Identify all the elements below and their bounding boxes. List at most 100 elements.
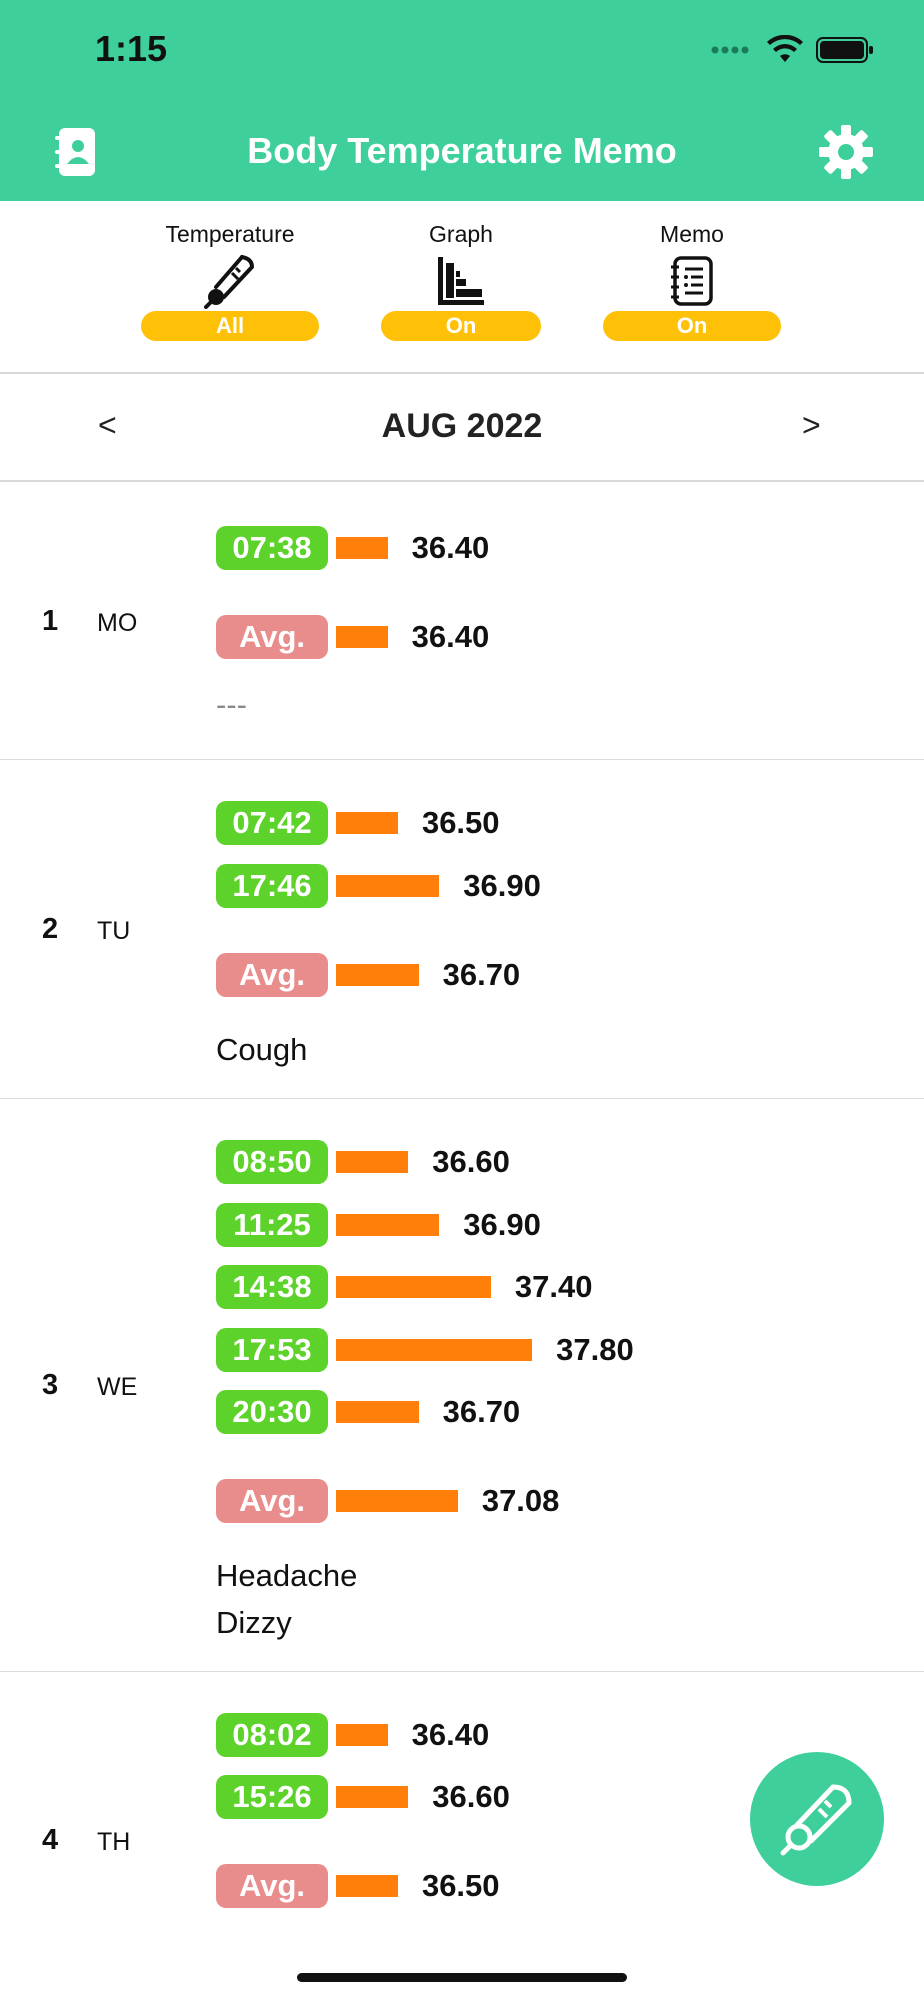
time-badge: 08:02 (216, 1713, 328, 1757)
reading-row: 07:38 36.40 (216, 526, 489, 570)
average-value: 36.50 (421, 1868, 500, 1903)
temperature-value: 36.40 (411, 1717, 490, 1752)
day-number: 1 (42, 605, 59, 637)
time-badge: 11:25 (216, 1203, 328, 1247)
time-badge: 17:46 (216, 864, 328, 908)
status-icons (710, 30, 874, 70)
day-number: 4 (42, 1824, 59, 1856)
next-month-button[interactable]: > (802, 407, 821, 444)
bar-graph-icon (438, 257, 484, 305)
average-bar (336, 1490, 458, 1512)
filter-label: Temperature (165, 221, 295, 247)
average-bar (336, 1875, 398, 1897)
status-time: 1:15 (95, 28, 168, 69)
temperature-value: 37.80 (556, 1332, 634, 1367)
temperature-value: 36.70 (442, 1394, 521, 1429)
day-entry[interactable]: 1 MO 07:38 36.40 Avg. 36.40 --- (0, 481, 924, 760)
memo-text: --- (216, 687, 247, 722)
temperature-bar (336, 1151, 409, 1173)
time-badge: 14:38 (216, 1265, 328, 1309)
average-badge: Avg. (216, 615, 328, 659)
memo-text: Cough (216, 1032, 308, 1067)
reading-row: 11:25 36.90 (216, 1203, 541, 1247)
day-entry[interactable]: 3 WE 08:50 36.60 11:25 36.90 14:38 37.40… (0, 1099, 924, 1672)
day-number: 2 (42, 913, 59, 945)
average-value: 37.08 (481, 1483, 560, 1518)
temperature-bar (336, 1339, 533, 1361)
filter-bar: Temperature All Graph On Memo On (0, 201, 924, 374)
reading-row: 15:26 36.60 (216, 1775, 510, 1819)
filter-label: Graph (429, 221, 493, 247)
temperature-bar (336, 1276, 491, 1298)
temperature-bar (336, 812, 398, 834)
temperature-value: 36.90 (463, 868, 541, 903)
reading-row: 17:46 36.90 (216, 864, 541, 908)
signal-icon (711, 46, 749, 54)
temperature-bar (336, 1786, 409, 1808)
time-badge: 17:53 (216, 1328, 328, 1372)
reading-row: 07:42 36.50 (216, 801, 500, 845)
memo-line: Headache (216, 1558, 358, 1593)
time-badge: 15:26 (216, 1775, 328, 1819)
graph-filter-toggle[interactable]: On (381, 311, 541, 341)
filter-temperature: Temperature All (140, 221, 320, 341)
gear-icon (819, 125, 873, 179)
add-temperature-button[interactable] (750, 1752, 884, 1886)
temperature-value: 36.50 (421, 805, 500, 840)
month-title: AUG 2022 (381, 407, 543, 445)
battery-icon (816, 37, 873, 63)
temperature-filter-toggle[interactable]: All (141, 311, 319, 341)
average-bar (336, 964, 419, 986)
average-badge: Avg. (216, 953, 328, 997)
thermometer-icon (204, 255, 255, 309)
day-weekday: MO (97, 609, 138, 637)
average-badge: Avg. (216, 1479, 328, 1523)
average-row: Avg. 36.40 (216, 615, 489, 659)
home-indicator (297, 1973, 627, 1982)
average-value: 36.40 (411, 619, 490, 654)
settings-button[interactable] (814, 120, 878, 184)
reading-row: 20:30 36.70 (216, 1390, 520, 1434)
memo-text: Headache Dizzy (216, 1552, 357, 1646)
temperature-bar (336, 1214, 440, 1236)
reading-row: 17:53 37.80 (216, 1328, 634, 1372)
temperature-value: 36.40 (411, 530, 490, 565)
average-value: 36.70 (442, 957, 521, 992)
filter-label: Memo (660, 221, 724, 247)
day-number: 3 (42, 1369, 59, 1401)
temperature-value: 36.60 (432, 1144, 510, 1179)
temperature-value: 37.40 (514, 1269, 593, 1304)
temperature-bar (336, 1724, 388, 1746)
filter-memo: Memo On (602, 221, 782, 341)
time-badge: 20:30 (216, 1390, 328, 1434)
day-weekday: TU (97, 917, 131, 945)
time-badge: 07:42 (216, 801, 328, 845)
reading-row: 14:38 37.40 (216, 1265, 592, 1309)
average-bar (336, 626, 388, 648)
day-entry[interactable]: 2 TU 07:42 36.50 17:46 36.90 Avg. 36.70 … (0, 760, 924, 1099)
time-badge: 07:38 (216, 526, 328, 570)
day-weekday: WE (97, 1373, 138, 1401)
temperature-value: 36.60 (432, 1779, 510, 1814)
reading-row: 08:50 36.60 (216, 1140, 510, 1184)
day-weekday: TH (97, 1828, 131, 1856)
temperature-bar (336, 875, 440, 897)
memo-line: Dizzy (216, 1605, 292, 1640)
temperature-bar (336, 537, 388, 559)
filter-graph: Graph On (371, 221, 551, 341)
thermometer-pen-icon (780, 1784, 852, 1856)
average-badge: Avg. (216, 1864, 328, 1908)
average-row: Avg. 36.50 (216, 1864, 500, 1908)
reading-row: 08:02 36.40 (216, 1713, 489, 1757)
page-title: Body Temperature Memo (247, 130, 677, 171)
average-row: Avg. 37.08 (216, 1479, 559, 1523)
memo-filter-toggle[interactable]: On (603, 311, 781, 341)
time-badge: 08:50 (216, 1140, 328, 1184)
month-navigation: < AUG 2022 > (0, 373, 924, 482)
app-header: 1:15 Body Temperature Memo (0, 0, 924, 201)
wifi-icon (767, 35, 803, 62)
average-row: Avg. 36.70 (216, 953, 520, 997)
temperature-bar (336, 1401, 419, 1423)
notepad-icon (671, 256, 713, 306)
temperature-value: 36.90 (463, 1207, 541, 1242)
